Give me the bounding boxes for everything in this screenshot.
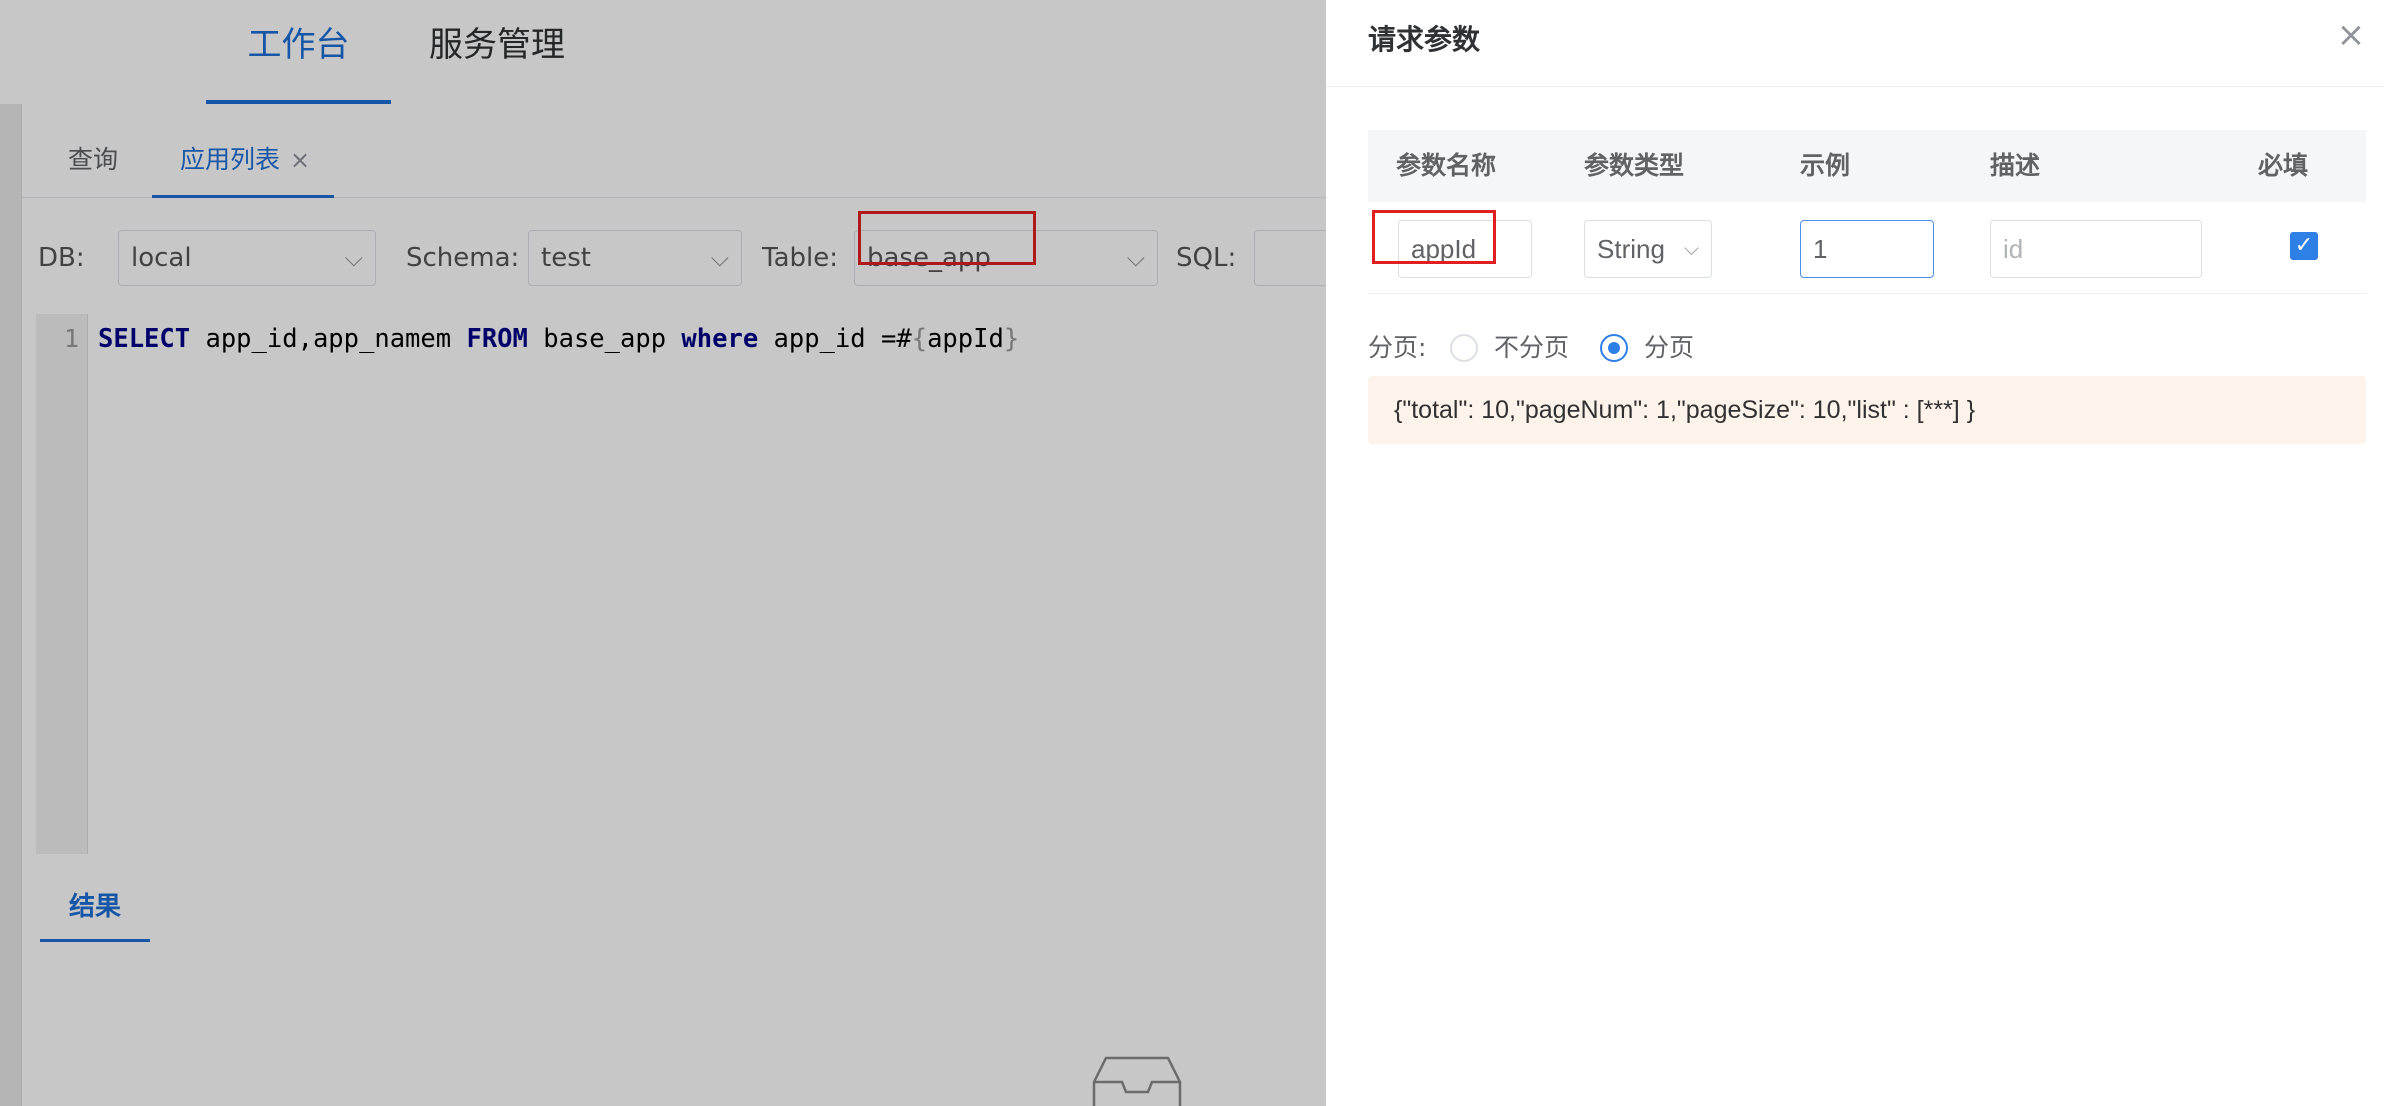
response-example: {"total": 10,"pageNum": 1,"pageSize": 10… bbox=[1368, 376, 2366, 444]
param-type-select[interactable]: String ⌵ bbox=[1584, 220, 1712, 278]
header-param-type: 参数类型 bbox=[1584, 151, 1685, 180]
example-input[interactable]: 1 bbox=[1800, 220, 1934, 278]
drawer-title: 请求参数 bbox=[1368, 23, 1481, 56]
header-param-name: 参数名称 bbox=[1396, 151, 1497, 180]
divider bbox=[1326, 86, 2384, 87]
radio-paging-label[interactable]: 分页 bbox=[1644, 330, 1694, 366]
description-input[interactable]: id bbox=[1990, 220, 2202, 278]
radio-paging[interactable] bbox=[1600, 334, 1628, 362]
modal-overlay[interactable] bbox=[0, 0, 1326, 1106]
header-example: 示例 bbox=[1800, 151, 1851, 180]
param-name-highlight-box bbox=[1372, 210, 1496, 264]
paging-label: 分页: bbox=[1368, 333, 1427, 362]
table-row: appId String ⌵ 1 id ✓ bbox=[1368, 202, 2366, 294]
radio-no-paging-label[interactable]: 不分页 bbox=[1494, 330, 1569, 366]
close-icon[interactable]: × bbox=[2334, 18, 2368, 52]
required-checkbox[interactable]: ✓ bbox=[2290, 232, 2318, 260]
request-params-drawer: 请求参数 × 参数名称 参数类型 示例 描述 必填 appId String ⌵… bbox=[1326, 0, 2384, 1106]
chevron-down-icon: ⌵ bbox=[1683, 238, 1699, 260]
header-required: 必填 bbox=[2258, 151, 2309, 180]
app-background: 工作台 服务管理 查询 应用列表 × DB: local ⌵ Schema: te… bbox=[0, 0, 1326, 1106]
param-type-value: String bbox=[1597, 234, 1665, 264]
radio-no-paging[interactable] bbox=[1450, 334, 1478, 362]
params-table-header: 参数名称 参数类型 示例 描述 必填 bbox=[1368, 130, 2366, 202]
header-description: 描述 bbox=[1990, 151, 2041, 180]
